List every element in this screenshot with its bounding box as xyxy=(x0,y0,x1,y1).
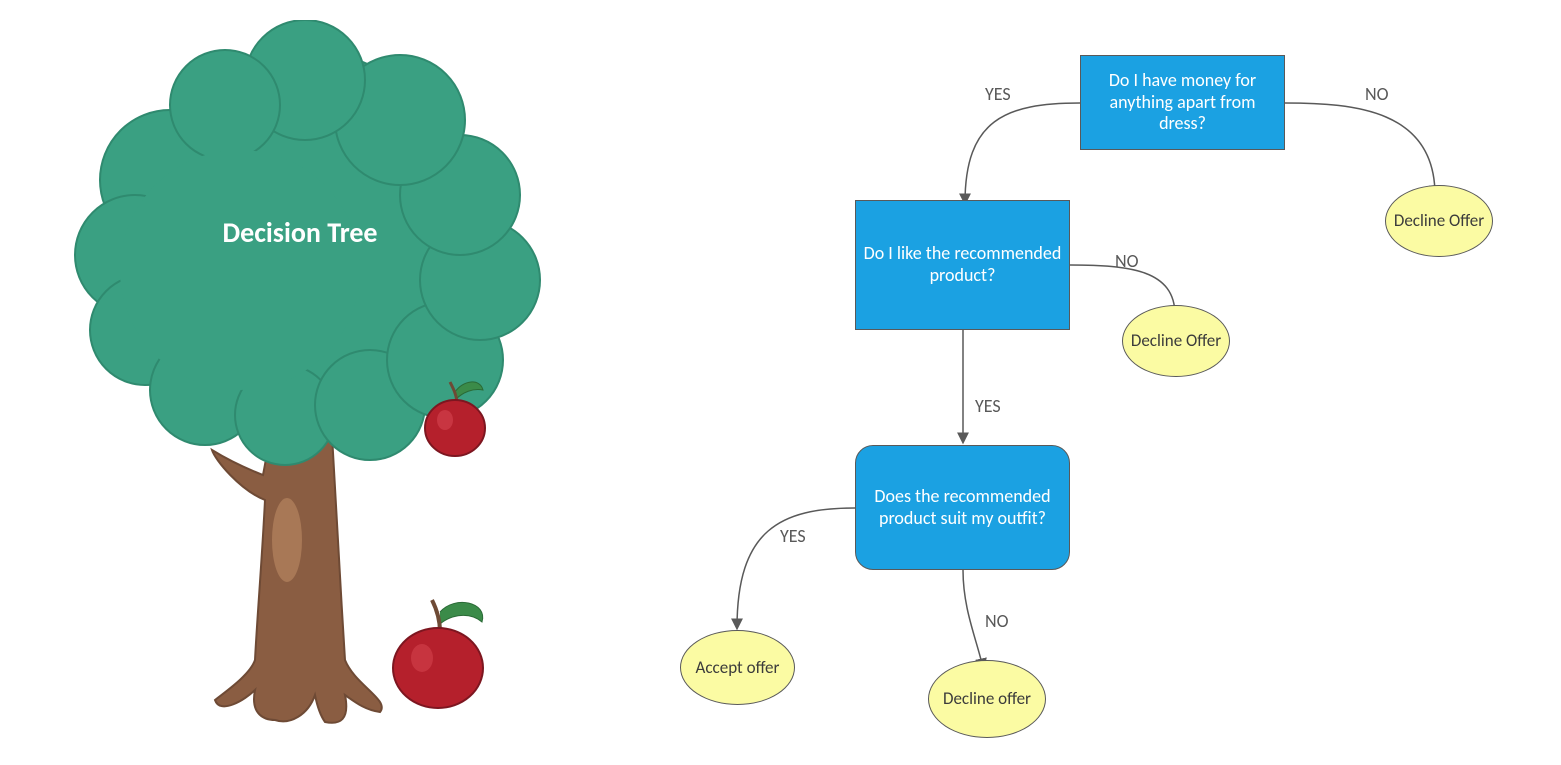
tree-illustration xyxy=(40,20,600,750)
leaf-decline-3: Decline offer xyxy=(928,660,1046,738)
edge-q1-yes xyxy=(955,95,1085,210)
diagram-title: Decision Tree xyxy=(170,215,430,250)
question-like-product: Do I like the recommended product? xyxy=(855,200,1070,330)
label-q2-yes: YES xyxy=(975,395,1001,417)
label-q3-no: NO xyxy=(985,610,1009,632)
label-q2-no: NO xyxy=(1115,250,1139,272)
label-q1-no: NO xyxy=(1365,83,1389,105)
leaf-decline-2: Decline Offer xyxy=(1122,305,1230,377)
edge-q3-yes xyxy=(725,500,860,640)
leaf-accept: Accept offer xyxy=(680,630,795,705)
label-q3-yes: YES xyxy=(780,525,806,547)
label-q1-yes: YES xyxy=(985,83,1011,105)
edge-q2-yes xyxy=(955,330,975,450)
question-money: Do I have money for anything apart from … xyxy=(1080,55,1285,150)
question-suits-outfit: Does the recommended product suit my out… xyxy=(855,445,1070,570)
leaf-decline-1: Decline Offer xyxy=(1385,185,1493,257)
